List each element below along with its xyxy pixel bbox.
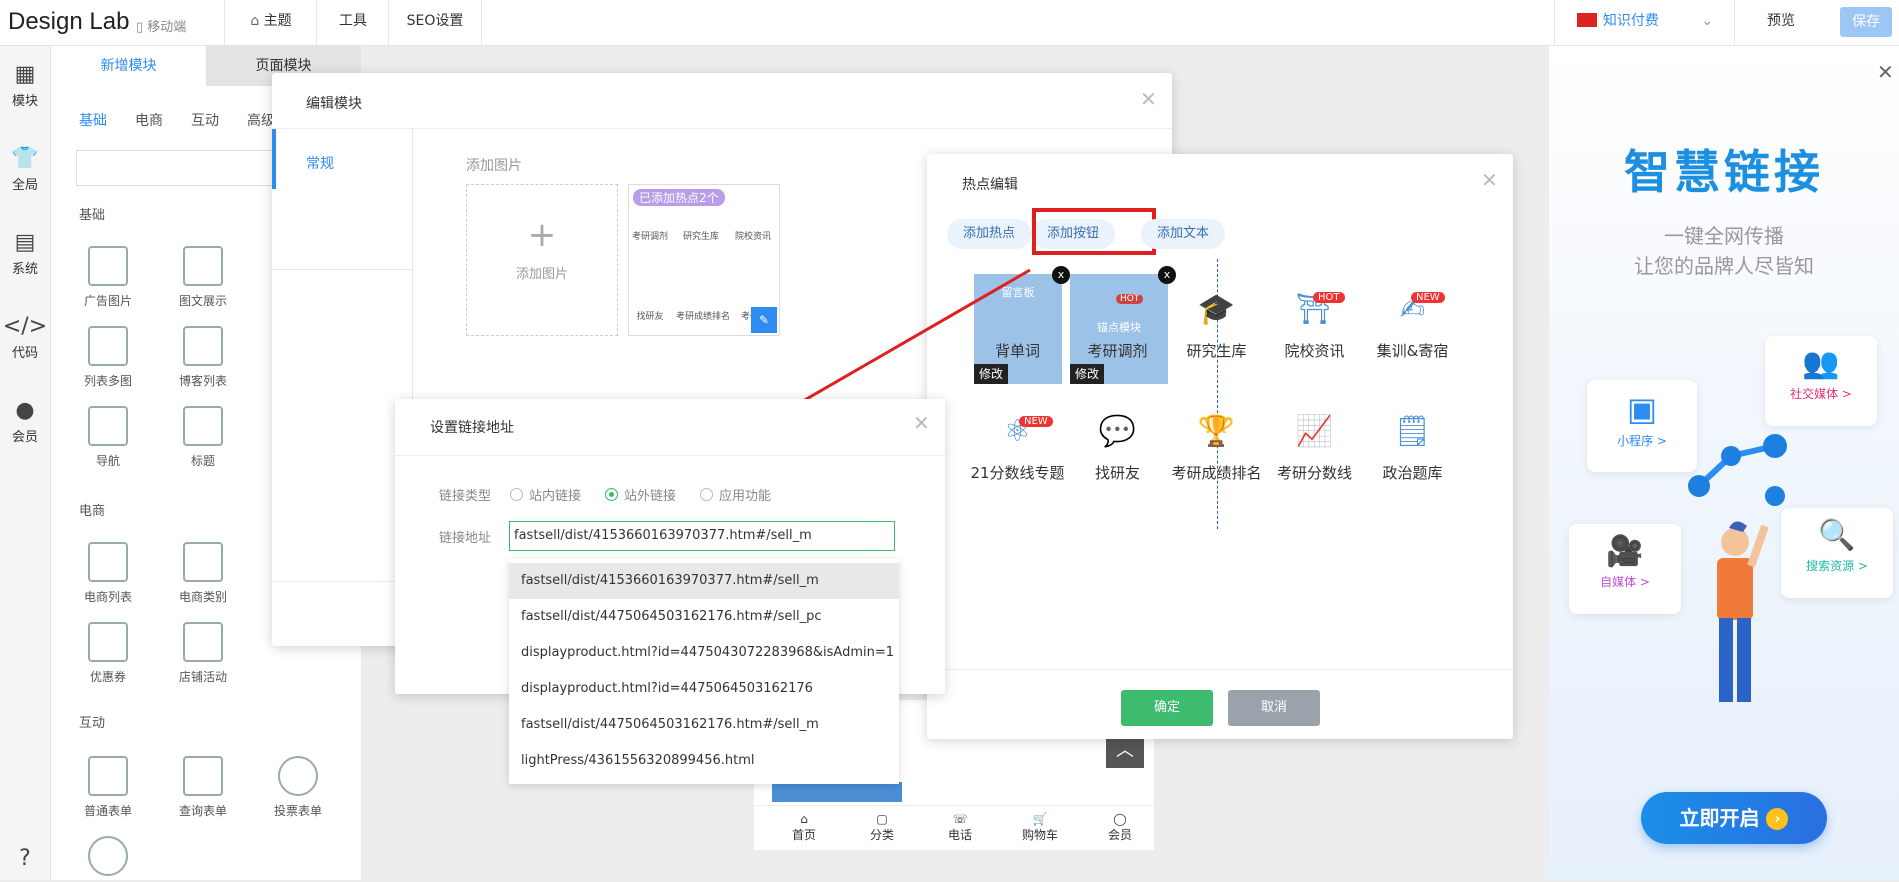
radio-label: 站外链接 xyxy=(624,489,677,504)
network-graphic xyxy=(1688,434,1787,506)
person-illustration xyxy=(1717,521,1769,702)
radio-icon xyxy=(510,488,523,501)
search-icon: 🔍 xyxy=(1818,518,1856,553)
banner-line2: 让您的品牌人尽皆知 xyxy=(1634,254,1814,278)
tag-label: 搜索资源 > xyxy=(1806,559,1868,573)
suggestion-item[interactable]: fastsell/dist/4475064503162176.htm#/sell… xyxy=(509,707,899,743)
video-camera-icon: 🎥 xyxy=(1606,534,1644,569)
radio-label: 应用功能 xyxy=(719,489,772,504)
close-icon[interactable]: ✕ xyxy=(913,411,930,435)
link-type-label: 链接类型 xyxy=(439,489,492,504)
radio-icon xyxy=(700,488,713,501)
suggestion-item[interactable]: fastsell/dist/4475064503162176.htm#/sell… xyxy=(509,599,899,635)
link-dialog-title: 设置链接地址 xyxy=(430,420,514,436)
link-suggestions-dropdown: fastsell/dist/4153660163970377.htm#/sell… xyxy=(509,559,899,784)
tag-selfmedia[interactable]: 🎥 自媒体 > xyxy=(1569,524,1681,614)
radio-app[interactable]: 应用功能 xyxy=(700,485,771,504)
link-address-input[interactable]: fastsell/dist/4153660163970377.htm#/sell… xyxy=(509,521,895,551)
suggestion-item[interactable]: lightPress/4361556320899456.html xyxy=(509,743,899,779)
cta-button[interactable]: 立即开启 › xyxy=(1641,792,1827,844)
radio-internal[interactable]: 站内链接 xyxy=(510,485,581,504)
radio-external[interactable]: 站外链接 xyxy=(605,485,676,504)
arrow-right-icon: › xyxy=(1766,808,1789,830)
banner-title: 智慧链接 xyxy=(1624,145,1824,199)
tag-label: 自媒体 > xyxy=(1600,575,1650,589)
cta-label: 立即开启 xyxy=(1679,806,1760,830)
suggestion-item[interactable]: displayproduct.html?id=4475043072283968&… xyxy=(509,635,899,671)
tag-social[interactable]: 👥 社交媒体 > xyxy=(1765,336,1877,426)
cube-icon: ▣ xyxy=(1626,390,1658,428)
suggestion-item[interactable]: fastsell/dist/4153660163970377.htm#/sell… xyxy=(509,563,899,599)
suggestion-item[interactable]: displayproduct.html?id=4475064503162176 xyxy=(509,671,899,707)
divider xyxy=(395,455,945,456)
close-icon[interactable]: ✕ xyxy=(1877,60,1894,84)
link-address-label: 链接地址 xyxy=(439,531,492,546)
radio-label: 站内链接 xyxy=(529,489,582,504)
people-icon: 👥 xyxy=(1802,346,1840,381)
banner-line1: 一键全网传播 xyxy=(1664,224,1784,248)
radio-selected-icon xyxy=(605,488,618,501)
promo-banner: ✕ 智慧链接 一键全网传播 让您的品牌人尽皆知 👥 社交媒体 > ▣ 小程序 >… xyxy=(1549,46,1899,880)
tag-label: 社交媒体 > xyxy=(1790,387,1852,401)
tag-search[interactable]: 🔍 搜索资源 > xyxy=(1781,508,1893,598)
